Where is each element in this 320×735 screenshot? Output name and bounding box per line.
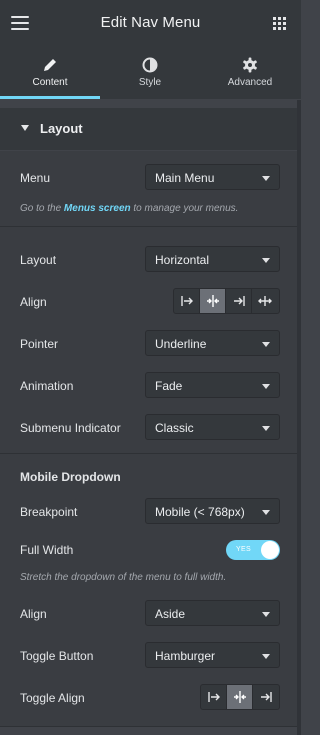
submenu-indicator-select[interactable]: Classic xyxy=(145,414,280,440)
menu-select[interactable]: Main Menu xyxy=(145,164,280,190)
align-justify-icon xyxy=(258,296,272,306)
half-circle-icon xyxy=(142,57,158,73)
breakpoint-select-value: Mobile (< 768px) xyxy=(155,505,245,519)
toggle-align-center-button[interactable] xyxy=(227,685,253,709)
chevron-down-icon xyxy=(262,426,270,431)
submenu-indicator-label: Submenu Indicator xyxy=(20,421,121,435)
breakpoint-label: Breakpoint xyxy=(20,505,78,519)
align-center-button[interactable] xyxy=(200,289,226,313)
grid-icon[interactable] xyxy=(273,17,287,31)
toggle-button-label: Toggle Button xyxy=(20,649,94,663)
mobile-dropdown-heading: Mobile Dropdown xyxy=(20,470,121,484)
active-tab-indicator xyxy=(0,96,100,99)
align-center-icon xyxy=(234,691,246,703)
divider xyxy=(0,726,301,727)
toggle-button-select[interactable]: Hamburger xyxy=(145,642,280,668)
full-width-toggle[interactable]: YES xyxy=(226,540,280,560)
pointer-label: Pointer xyxy=(20,337,59,351)
tab-style[interactable]: Style xyxy=(100,48,200,99)
animation-select[interactable]: Fade xyxy=(145,372,280,398)
toggle-align-label: Toggle Align xyxy=(20,691,85,705)
animation-select-value: Fade xyxy=(155,379,183,393)
toggle-align-right-button[interactable] xyxy=(253,685,279,709)
chevron-down-icon xyxy=(262,342,270,347)
gear-icon xyxy=(243,57,257,73)
mobile-align-select[interactable]: Aside xyxy=(145,600,280,626)
align-left-icon xyxy=(181,296,193,306)
submenu-indicator-select-value: Classic xyxy=(155,421,194,435)
toggle-yes-text: YES xyxy=(236,546,251,553)
align-button-group xyxy=(173,288,280,314)
chevron-down-icon xyxy=(262,654,270,659)
note-text: Go to the xyxy=(20,203,64,214)
pencil-icon xyxy=(44,59,56,71)
menu-select-value: Main Menu xyxy=(155,171,215,185)
mobile-align-select-value: Aside xyxy=(155,607,186,621)
layout-select[interactable]: Horizontal xyxy=(145,246,280,272)
toggle-button-select-value: Hamburger xyxy=(155,649,216,663)
tab-content-label: Content xyxy=(32,77,68,88)
align-right-icon xyxy=(261,692,272,702)
menu-help-note: Go to the Menus screen to manage your me… xyxy=(20,203,238,214)
pointer-select[interactable]: Underline xyxy=(145,330,280,356)
top-bar: Edit Nav Menu xyxy=(0,0,301,48)
tab-style-label: Style xyxy=(138,77,162,88)
animation-label: Animation xyxy=(20,379,74,393)
tab-advanced[interactable]: Advanced xyxy=(200,48,300,99)
toggle-align-left-button[interactable] xyxy=(201,685,227,709)
panel-title: Edit Nav Menu xyxy=(100,14,201,31)
tab-bar: Content Style Advanced xyxy=(0,48,301,99)
chevron-down-icon xyxy=(262,612,270,617)
caret-down-icon xyxy=(21,125,29,131)
align-justify-button[interactable] xyxy=(252,289,278,313)
section-title: Layout xyxy=(40,121,83,136)
layout-select-value: Horizontal xyxy=(155,253,210,267)
chevron-down-icon xyxy=(262,258,270,263)
mobile-align-label: Align xyxy=(20,607,47,621)
align-label: Align xyxy=(20,295,47,309)
menus-screen-link[interactable]: Menus screen xyxy=(64,203,131,214)
full-width-note: Stretch the dropdown of the menu to full… xyxy=(20,572,227,583)
align-right-icon xyxy=(234,296,245,306)
align-left-button[interactable] xyxy=(174,289,200,313)
layout-label: Layout xyxy=(20,253,57,267)
menu-label: Menu xyxy=(20,171,51,185)
chevron-down-icon xyxy=(262,384,270,389)
section-layout-toggle[interactable]: Layout xyxy=(0,108,301,150)
toggle-align-button-group xyxy=(200,684,280,710)
align-right-button[interactable] xyxy=(226,289,252,313)
pointer-select-value: Underline xyxy=(155,337,207,351)
scrollbar[interactable] xyxy=(297,100,301,735)
tab-advanced-label: Advanced xyxy=(227,77,273,88)
note-text: to manage your menus. xyxy=(130,203,239,214)
toggle-knob xyxy=(261,541,279,559)
tab-content[interactable]: Content xyxy=(0,48,100,99)
full-width-label: Full Width xyxy=(20,543,74,557)
chevron-down-icon xyxy=(262,510,270,515)
align-left-icon xyxy=(208,692,220,702)
chevron-down-icon xyxy=(262,176,270,181)
breakpoint-select[interactable]: Mobile (< 768px) xyxy=(145,498,280,524)
align-center-icon xyxy=(207,295,219,307)
